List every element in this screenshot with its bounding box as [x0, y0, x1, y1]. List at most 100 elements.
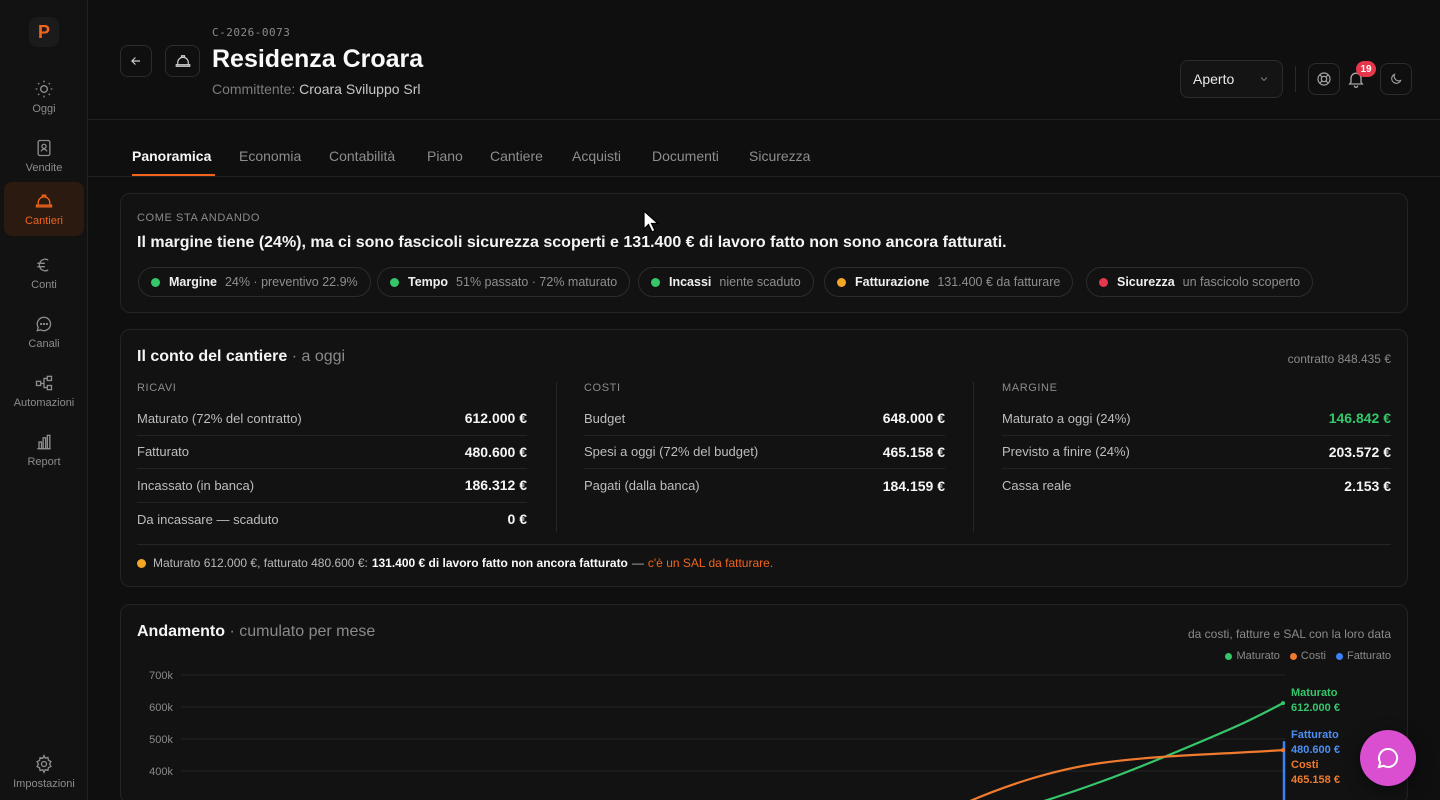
- active-tab-indicator: [132, 174, 215, 176]
- nav-item-oggi[interactable]: Oggi: [4, 70, 84, 124]
- note-prefix: Maturato 612.000 €, fatturato 480.600 €:: [153, 556, 368, 570]
- tab-cantiere[interactable]: Cantiere: [490, 148, 543, 164]
- hard-hat-icon: [175, 55, 190, 67]
- client-name: Croara Sviluppo Srl: [299, 81, 421, 97]
- tab-contabilita[interactable]: Contabilità: [329, 148, 395, 164]
- help-button[interactable]: [1308, 63, 1340, 95]
- row-label: Cassa reale: [1002, 478, 1072, 494]
- margine-row: Maturato a oggi (24%) 146.842 €: [1002, 402, 1391, 436]
- conto-title-main: Il conto del cantiere: [137, 348, 288, 365]
- nav-item-vendite[interactable]: Vendite: [4, 129, 84, 183]
- ricavi-column: RICAVI Maturato (72% del contratto) 612.0…: [137, 382, 527, 536]
- summary-card: COME STA ANDANDO Il margine tiene (24%),…: [120, 193, 1408, 313]
- note-bold: 131.400 € di lavoro fatto non ancora fat…: [371, 556, 628, 570]
- status-pill-margine[interactable]: Margine 24% · preventivo 22.9%: [138, 267, 371, 297]
- bar-chart-icon: [37, 434, 51, 450]
- andamento-card: Andamento · cumulato per mese da costi, …: [120, 604, 1408, 800]
- andamento-chart: 700k 600k 500k 400k Maturato 612.000 € Fattur…: [149, 670, 1340, 800]
- nav-item-cantieri[interactable]: Cantieri: [4, 182, 84, 236]
- conto-title: Il conto del cantiere · a oggi: [137, 348, 345, 366]
- pill-value: 131.400 € da fatturare: [937, 275, 1061, 289]
- series-line-costi: [969, 749, 1284, 800]
- warning-dot: [137, 558, 146, 568]
- tab-acquisti[interactable]: Acquisti: [572, 148, 621, 164]
- mouse-cursor-icon: [643, 210, 660, 233]
- row-value: 612.000 €: [464, 410, 527, 427]
- end-label-value: 480.600 €: [1291, 744, 1340, 756]
- status-pill-fatturazione[interactable]: Fatturazione 131.400 € da fatturare: [824, 267, 1074, 297]
- status-dot: [1099, 277, 1108, 287]
- row-label: Incassato (in banca): [137, 477, 255, 493]
- series-endpoint: [1281, 701, 1285, 706]
- euro-icon: [37, 258, 49, 272]
- nav-label: Conti: [31, 279, 57, 291]
- status-pill-sicurezza[interactable]: Sicurezza un fascicolo scoperto: [1086, 267, 1314, 297]
- row-label: Budget: [584, 410, 626, 426]
- nav-item-canali[interactable]: Canali: [4, 305, 84, 359]
- sun-icon: [35, 80, 53, 98]
- lifebuoy-icon: [1317, 72, 1331, 86]
- project-code: C-2026-0073: [212, 26, 291, 39]
- workflow-icon: [35, 375, 53, 391]
- nav-item-conti[interactable]: Conti: [4, 246, 84, 300]
- client-label: Committente:: [212, 81, 296, 97]
- note-warning-link[interactable]: c'è un SAL da fatturare.: [648, 556, 773, 570]
- pill-key: Incassi: [669, 275, 712, 289]
- status-pill-tempo[interactable]: Tempo 51% passato · 72% maturato: [377, 267, 631, 297]
- status-dot: [837, 277, 846, 287]
- pill-value: un fascicolo scoperto: [1182, 275, 1301, 289]
- pill-key: Fatturazione: [855, 275, 930, 289]
- row-value: 2.153 €: [1344, 477, 1391, 494]
- status-dot: [151, 277, 160, 287]
- nav-item-report[interactable]: Report: [4, 423, 84, 477]
- gear-icon: [36, 754, 52, 774]
- status-select[interactable]: Aperto: [1180, 60, 1283, 98]
- project-type-button[interactable]: [165, 45, 200, 77]
- status-dot: [390, 277, 399, 287]
- arrow-left-icon: [131, 57, 141, 65]
- y-tick-label: 400k: [149, 766, 173, 778]
- status-value: Aperto: [1193, 71, 1235, 87]
- tab-piano[interactable]: Piano: [427, 148, 463, 164]
- chat-fab-button[interactable]: [1360, 730, 1416, 786]
- status-pill-incassi[interactable]: Incassi niente scaduto: [638, 267, 814, 297]
- pill-key: Tempo: [408, 275, 449, 289]
- nav-label: Oggi: [32, 103, 56, 115]
- costi-column: COSTI Budget 648.000 € Spesi a oggi (72% …: [584, 382, 945, 503]
- contact-book-icon: [37, 139, 51, 157]
- pill-value: 24% · preventivo 22.9%: [224, 275, 358, 289]
- row-value: 648.000 €: [882, 410, 945, 427]
- series-endpoint: [1281, 748, 1285, 753]
- chat-icon: [36, 316, 52, 332]
- status-dot: [651, 277, 660, 287]
- row-value: 146.842 €: [1328, 410, 1391, 427]
- margine-row: Cassa reale 2.153 €: [1002, 469, 1391, 503]
- tab-sicurezza[interactable]: Sicurezza: [749, 148, 810, 164]
- y-tick-label: 500k: [149, 734, 173, 746]
- client-line: Committente: Croara Sviluppo Srl: [212, 81, 421, 97]
- chevron-down-icon: [1260, 77, 1268, 82]
- tab-panoramica[interactable]: Panoramica: [132, 148, 211, 164]
- row-label: Fatturato: [137, 444, 190, 460]
- column-divider: [973, 382, 974, 532]
- costi-row: Budget 648.000 €: [584, 402, 945, 436]
- column-header: RICAVI: [137, 382, 177, 394]
- nav-item-automazioni[interactable]: Automazioni: [4, 364, 84, 418]
- row-label: Spesi a oggi (72% del budget): [584, 444, 759, 460]
- back-button[interactable]: [120, 45, 152, 77]
- ricavi-row: Da incassare — scaduto 0 €: [137, 503, 527, 537]
- sidebar: P Oggi Vendite Cantieri Conti Canali Aut…: [0, 0, 88, 800]
- end-label-value: 612.000 €: [1291, 702, 1340, 714]
- nav-item-impostazioni[interactable]: Impostazioni: [4, 745, 84, 799]
- nav-label: Automazioni: [13, 397, 75, 409]
- app-logo[interactable]: P: [29, 17, 59, 47]
- ricavi-row: Maturato (72% del contratto) 612.000 €: [137, 402, 527, 436]
- conto-subtitle: · a oggi: [287, 348, 346, 365]
- tab-documenti[interactable]: Documenti: [652, 148, 719, 164]
- row-value: 184.159 €: [882, 477, 945, 494]
- theme-toggle-button[interactable]: [1380, 63, 1412, 95]
- notification-badge: 19: [1356, 61, 1376, 77]
- row-value: 203.572 €: [1328, 443, 1391, 460]
- tab-economia[interactable]: Economia: [239, 148, 301, 164]
- row-label: Pagati (dalla banca): [584, 478, 700, 494]
